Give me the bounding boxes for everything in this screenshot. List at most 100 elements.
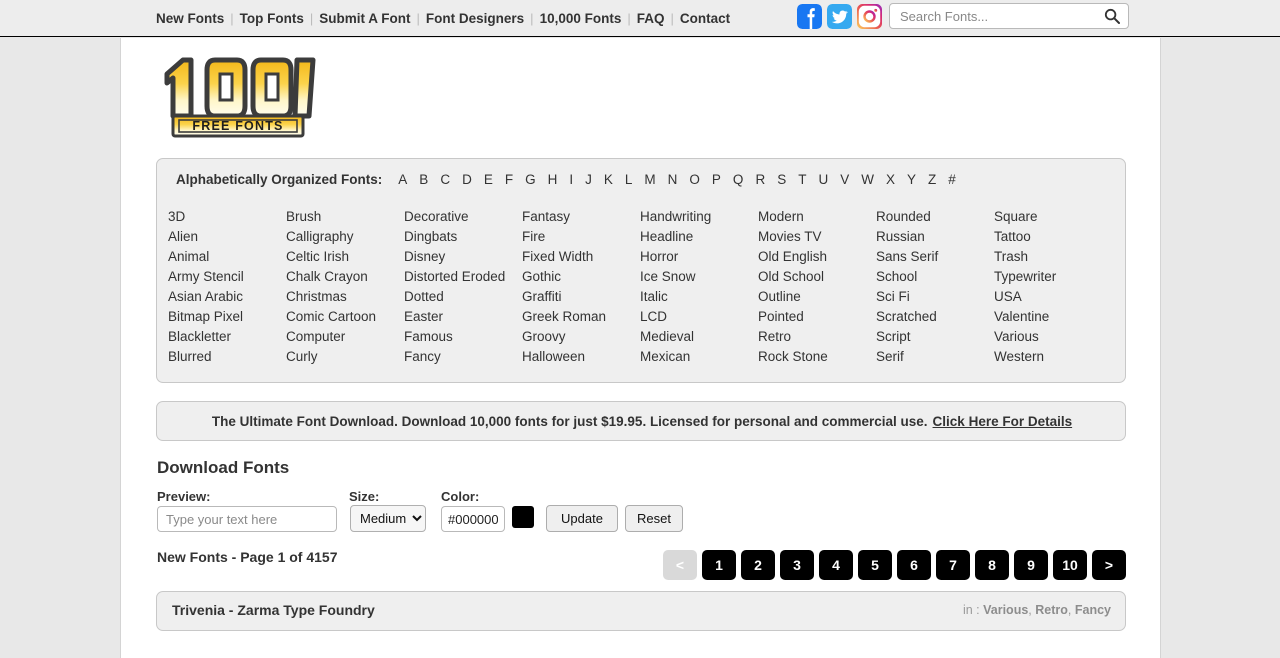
pagination-page-1[interactable]: 1	[702, 550, 736, 580]
category-link-trash[interactable]: Trash	[994, 247, 1112, 267]
alphabet-link-l[interactable]: L	[619, 172, 639, 187]
category-link-typewriter[interactable]: Typewriter	[994, 267, 1112, 287]
category-link-pointed[interactable]: Pointed	[758, 307, 876, 327]
search-box[interactable]	[889, 3, 1129, 29]
category-link-graffiti[interactable]: Graffiti	[522, 287, 640, 307]
pagination-page-4[interactable]: 4	[819, 550, 853, 580]
category-link-halloween[interactable]: Halloween	[522, 347, 640, 367]
alphabet-link-t[interactable]: T	[792, 172, 812, 187]
site-logo[interactable]: FREE FONTS	[157, 54, 319, 142]
category-link-famous[interactable]: Famous	[404, 327, 522, 347]
category-link-fire[interactable]: Fire	[522, 227, 640, 247]
category-link-headline[interactable]: Headline	[640, 227, 758, 247]
alphabet-link-p[interactable]: P	[706, 172, 727, 187]
category-link-chalk-crayon[interactable]: Chalk Crayon	[286, 267, 404, 287]
category-link-italic[interactable]: Italic	[640, 287, 758, 307]
category-link-old-english[interactable]: Old English	[758, 247, 876, 267]
category-link-dingbats[interactable]: Dingbats	[404, 227, 522, 247]
category-link-dotted[interactable]: Dotted	[404, 287, 522, 307]
category-link-various[interactable]: Various	[994, 327, 1112, 347]
category-link-old-school[interactable]: Old School	[758, 267, 876, 287]
alphabet-link-u[interactable]: U	[812, 172, 834, 187]
alphabet-link-b[interactable]: B	[413, 172, 434, 187]
category-link-sci-fi[interactable]: Sci Fi	[876, 287, 994, 307]
category-link-square[interactable]: Square	[994, 207, 1112, 227]
alphabet-link-d[interactable]: D	[456, 172, 478, 187]
category-link-calligraphy[interactable]: Calligraphy	[286, 227, 404, 247]
category-link-modern[interactable]: Modern	[758, 207, 876, 227]
twitter-icon[interactable]	[827, 4, 852, 29]
category-link-distorted-eroded[interactable]: Distorted Eroded	[404, 267, 522, 287]
pagination-page-2[interactable]: 2	[741, 550, 775, 580]
nav-link-top-fonts[interactable]: Top Fonts	[240, 11, 304, 26]
color-input[interactable]	[441, 506, 505, 532]
category-link-ice-snow[interactable]: Ice Snow	[640, 267, 758, 287]
category-link-serif[interactable]: Serif	[876, 347, 994, 367]
pagination-page-8[interactable]: 8	[975, 550, 1009, 580]
nav-link-font-designers[interactable]: Font Designers	[426, 11, 524, 26]
alphabet-link-x[interactable]: X	[880, 172, 901, 187]
alphabet-link-n[interactable]: N	[662, 172, 684, 187]
alphabet-link-a[interactable]: A	[392, 172, 413, 187]
alphabet-link-i[interactable]: I	[563, 172, 579, 187]
nav-link-faq[interactable]: FAQ	[637, 11, 665, 26]
alphabet-link-m[interactable]: M	[638, 172, 661, 187]
category-link-tattoo[interactable]: Tattoo	[994, 227, 1112, 247]
instagram-icon[interactable]	[857, 4, 882, 29]
category-link-greek-roman[interactable]: Greek Roman	[522, 307, 640, 327]
pagination-page-6[interactable]: 6	[897, 550, 931, 580]
category-link-valentine[interactable]: Valentine	[994, 307, 1112, 327]
size-select[interactable]: Medium	[350, 505, 426, 532]
category-link-curly[interactable]: Curly	[286, 347, 404, 367]
category-link-retro[interactable]: Retro	[758, 327, 876, 347]
alphabet-link-w[interactable]: W	[855, 172, 880, 187]
category-link-animal[interactable]: Animal	[168, 247, 286, 267]
preview-input[interactable]	[157, 506, 337, 532]
update-button[interactable]: Update	[546, 505, 618, 532]
category-link-gothic[interactable]: Gothic	[522, 267, 640, 287]
alphabet-link-z[interactable]: Z	[922, 172, 942, 187]
font-result-tag-retro[interactable]: Retro	[1035, 603, 1068, 617]
nav-link-submit-a-font[interactable]: Submit A Font	[319, 11, 410, 26]
search-input[interactable]	[890, 5, 1090, 27]
nav-link-10000-fonts[interactable]: 10,000 Fonts	[540, 11, 622, 26]
category-link-western[interactable]: Western	[994, 347, 1112, 367]
category-link-brush[interactable]: Brush	[286, 207, 404, 227]
alphabet-link-e[interactable]: E	[478, 172, 499, 187]
pagination-page-7[interactable]: 7	[936, 550, 970, 580]
category-link-russian[interactable]: Russian	[876, 227, 994, 247]
category-link-handwriting[interactable]: Handwriting	[640, 207, 758, 227]
category-link-bitmap-pixel[interactable]: Bitmap Pixel	[168, 307, 286, 327]
category-link-rounded[interactable]: Rounded	[876, 207, 994, 227]
category-link-3d[interactable]: 3D	[168, 207, 286, 227]
font-result-link[interactable]: Trivenia - Zarma Type Foundry	[172, 602, 375, 618]
category-link-rock-stone[interactable]: Rock Stone	[758, 347, 876, 367]
nav-link-new-fonts[interactable]: New Fonts	[156, 11, 224, 26]
alphabet-link-r[interactable]: R	[749, 172, 771, 187]
alphabet-link-o[interactable]: O	[683, 172, 706, 187]
reset-button[interactable]: Reset	[625, 505, 683, 532]
category-link-blurred[interactable]: Blurred	[168, 347, 286, 367]
alphabet-link-c[interactable]: C	[434, 172, 456, 187]
category-link-movies-tv[interactable]: Movies TV	[758, 227, 876, 247]
category-link-blackletter[interactable]: Blackletter	[168, 327, 286, 347]
facebook-icon[interactable]	[797, 4, 822, 29]
category-link-christmas[interactable]: Christmas	[286, 287, 404, 307]
category-link-asian-arabic[interactable]: Asian Arabic	[168, 287, 286, 307]
alphabet-link-q[interactable]: Q	[727, 172, 750, 187]
font-result-tag-various[interactable]: Various	[983, 603, 1028, 617]
alphabet-link-j[interactable]: J	[579, 172, 598, 187]
category-link-comic-cartoon[interactable]: Comic Cartoon	[286, 307, 404, 327]
category-link-fantasy[interactable]: Fantasy	[522, 207, 640, 227]
pagination-page-9[interactable]: 9	[1014, 550, 1048, 580]
category-link-usa[interactable]: USA	[994, 287, 1112, 307]
category-link-fancy[interactable]: Fancy	[404, 347, 522, 367]
alphabet-link-y[interactable]: Y	[901, 172, 922, 187]
alphabet-link-v[interactable]: V	[834, 172, 855, 187]
color-swatch[interactable]	[512, 506, 534, 528]
category-link-scratched[interactable]: Scratched	[876, 307, 994, 327]
pagination-next[interactable]: >	[1092, 550, 1126, 580]
alphabet-link-g[interactable]: G	[519, 172, 542, 187]
alphabet-link-k[interactable]: K	[598, 172, 619, 187]
nav-link-contact[interactable]: Contact	[680, 11, 730, 26]
